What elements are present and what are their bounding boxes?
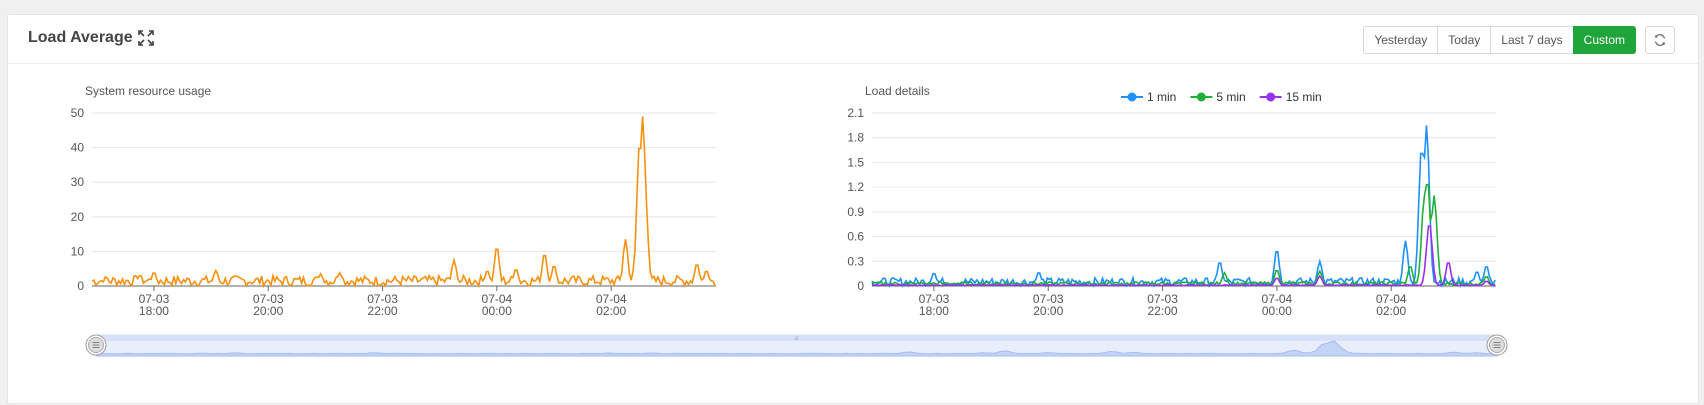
y-tick-label: 0.6 xyxy=(847,230,864,244)
x-tick-label: 20:00 xyxy=(1033,304,1063,318)
charts-area: System resource usage0102030405007-0318:… xyxy=(71,84,1508,357)
y-tick-label: 0.3 xyxy=(847,254,864,268)
y-tick-label: 20 xyxy=(71,210,85,224)
legend-marker xyxy=(1196,92,1206,102)
series-line-1 xyxy=(91,116,716,289)
y-tick-label: 1.8 xyxy=(847,131,864,145)
x-tick-label: 02:00 xyxy=(596,304,626,318)
y-tick-label: 2.1 xyxy=(847,106,864,120)
y-tick-label: 30 xyxy=(71,175,85,189)
y-tick-label: 50 xyxy=(71,106,85,120)
y-tick-label: 0 xyxy=(77,279,84,293)
x-tick-label: 20:00 xyxy=(253,304,283,318)
x-tick-label: 18:00 xyxy=(139,304,169,318)
x-tick-label: 00:00 xyxy=(1262,304,1292,318)
zoom-grip-icon: ≡ xyxy=(794,334,799,343)
y-tick-label: 1.5 xyxy=(847,155,864,169)
y-tick-label: 0 xyxy=(857,279,864,293)
zoom-handle-right[interactable] xyxy=(1486,334,1508,356)
chart-2: Load details00.30.60.91.21.51.82.107-031… xyxy=(847,84,1496,318)
y-tick-label: 40 xyxy=(71,141,85,155)
legend-marker xyxy=(1266,92,1276,102)
x-tick-label: 00:00 xyxy=(482,304,512,318)
y-tick-label: 0.9 xyxy=(847,205,864,219)
chart-1: System resource usage0102030405007-0318:… xyxy=(71,84,716,318)
chart-title: System resource usage xyxy=(85,84,211,98)
chart-legend: 1 min 5 min 15 min xyxy=(1121,90,1322,104)
series-line-1-min xyxy=(871,125,1496,289)
legend-label[interactable]: 15 min xyxy=(1286,90,1322,104)
y-tick-label: 10 xyxy=(71,244,85,258)
y-tick-label: 1.2 xyxy=(847,180,864,194)
x-tick-label: 18:00 xyxy=(919,304,949,318)
chart-title: Load details xyxy=(865,84,930,98)
zoom-handle-left[interactable] xyxy=(85,334,107,356)
legend-label[interactable]: 5 min xyxy=(1216,90,1245,104)
legend-label[interactable]: 1 min xyxy=(1147,90,1176,104)
x-tick-label: 22:00 xyxy=(1148,304,1178,318)
legend-marker xyxy=(1127,92,1137,102)
x-tick-label: 22:00 xyxy=(368,304,398,318)
x-tick-label: 02:00 xyxy=(1376,304,1406,318)
load-average-panel: Load Average Yesterday Today Last 7 days… xyxy=(7,14,1699,404)
